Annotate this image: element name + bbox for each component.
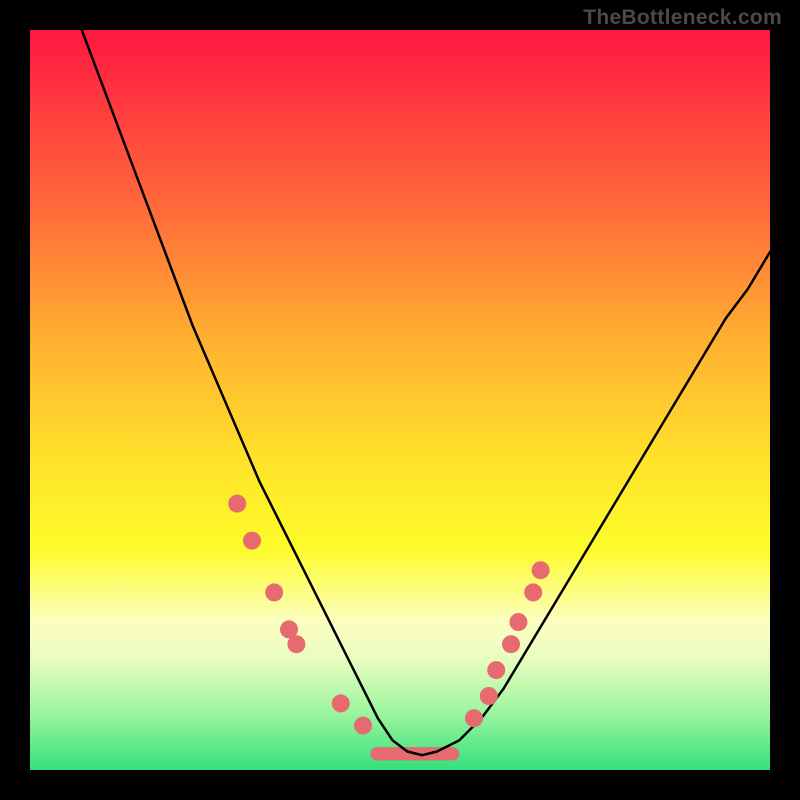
highlight-dot [502,635,520,653]
watermark-text: TheBottleneck.com [583,6,782,30]
highlight-dot [332,694,350,712]
highlight-dot [487,661,505,679]
chart-stage: TheBottleneck.com [0,0,800,800]
highlight-dot [480,687,498,705]
bottleneck-curve [82,30,770,755]
highlight-dot [243,532,261,550]
highlight-dot [228,495,246,513]
highlight-dot [354,717,372,735]
highlight-dot [465,709,483,727]
plot-area [30,30,770,770]
chart-svg [30,30,770,770]
highlight-dot [287,635,305,653]
highlight-dot [532,561,550,579]
highlight-dot [509,613,527,631]
highlight-dot [265,583,283,601]
highlight-dot [524,583,542,601]
